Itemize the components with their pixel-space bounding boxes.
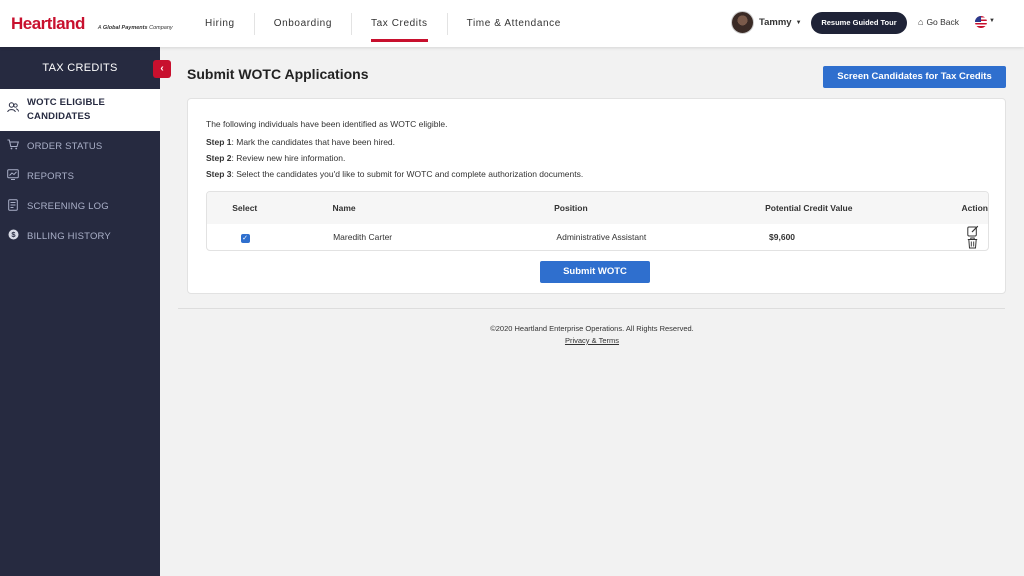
main-nav: Hiring Onboarding Tax Credits Time & Att…: [186, 0, 580, 47]
intro-text: The following individuals have been iden…: [206, 119, 448, 129]
user-menu[interactable]: Tammy ▼: [731, 11, 802, 34]
chevron-down-icon: ▼: [989, 18, 995, 24]
select-cell: ✓: [207, 232, 283, 243]
footer-copyright: ©2020 Heartland Enterprise Operations. A…: [490, 324, 694, 333]
sidebar-item-reports[interactable]: REPORTS: [0, 161, 160, 191]
sidebar-item-order-status[interactable]: ORDER STATUS: [0, 131, 160, 161]
select-checkbox[interactable]: ✓: [240, 233, 250, 243]
main-content: Submit WOTC Applications Screen Candidat…: [160, 47, 1024, 576]
table-row: ✓ Maredith Carter Administrative Assista…: [207, 224, 988, 250]
sidebar-item-screening-log[interactable]: SCREENING LOG: [0, 191, 160, 221]
document-icon: [6, 198, 20, 214]
sidebar-item-wotc-eligible-candidates[interactable]: WOTC ELIGIBLE CANDIDATES: [0, 89, 160, 131]
step-3: Step 3: Select the candidates you'd like…: [206, 169, 584, 179]
chart-icon: [6, 169, 20, 183]
column-header-select: Select: [232, 203, 258, 213]
candidate-name: Maredith Carter: [333, 232, 393, 242]
resume-guided-tour-button[interactable]: Resume Guided Tour: [811, 12, 907, 34]
brand-tagline: A Global Payments Company: [97, 25, 173, 31]
page-title: Submit WOTC Applications: [187, 66, 369, 82]
sidebar-item-label: BILLING HISTORY: [27, 230, 111, 242]
submit-wotc-button[interactable]: Submit WOTC: [540, 261, 650, 283]
brand-name: Heartland: [11, 14, 85, 33]
sidebar-title: TAX CREDITS: [0, 47, 160, 89]
us-flag-icon[interactable]: [975, 16, 987, 28]
svg-text:$: $: [11, 230, 16, 239]
footer-divider: [178, 308, 1005, 309]
heartland-logo[interactable]: Heartland A Global Payments Company: [11, 14, 173, 34]
column-header-name: Name: [332, 203, 356, 213]
nav-time-attendance[interactable]: Time & Attendance: [448, 13, 580, 35]
nav-onboarding[interactable]: Onboarding: [255, 12, 352, 35]
users-icon: [6, 102, 20, 118]
nav-tax-credits[interactable]: Tax Credits: [352, 12, 448, 42]
collapse-sidebar-button[interactable]: ‹: [153, 60, 171, 78]
sidebar-item-label: ORDER STATUS: [27, 140, 103, 152]
column-header-credit-value: Potential Credit Value: [765, 203, 853, 213]
cart-icon: [6, 139, 20, 153]
column-header-position: Position: [554, 203, 588, 213]
home-icon: ⌂: [918, 17, 924, 27]
go-back-link[interactable]: ⌂ Go Back: [918, 17, 959, 27]
nav-hiring[interactable]: Hiring: [186, 12, 255, 35]
user-name: Tammy: [759, 17, 792, 28]
sidebar-item-label: REPORTS: [27, 170, 75, 182]
avatar: [731, 11, 754, 34]
edit-icon[interactable]: [967, 225, 979, 237]
candidate-position: Administrative Assistant: [556, 232, 647, 242]
sidebar-item-label: SCREENING LOG: [27, 200, 109, 212]
action-cell: [967, 225, 988, 249]
step-1: Step 1: Mark the candidates that have be…: [206, 137, 396, 147]
privacy-terms-link[interactable]: Privacy & Terms: [160, 336, 1024, 345]
go-back-label: Go Back: [926, 17, 960, 27]
screen-candidates-button[interactable]: Screen Candidates for Tax Credits: [823, 66, 1006, 88]
candidate-credit-value: $9,600: [769, 232, 796, 242]
sidebar: TAX CREDITS ‹ WOTC ELIGIBLE CANDIDATES O…: [0, 47, 171, 576]
chevron-down-icon: ▼: [795, 19, 802, 26]
sidebar-item-billing-history[interactable]: $ BILLING HISTORY: [0, 221, 160, 251]
column-header-action: Action: [961, 203, 988, 213]
table-header: Select Name Position Potential Credit Va…: [207, 192, 988, 224]
trash-icon[interactable]: [967, 237, 979, 249]
sidebar-item-label: WOTC ELIGIBLE CANDIDATES: [27, 97, 106, 122]
top-navigation-bar: Heartland A Global Payments Company Hiri…: [0, 0, 1024, 47]
candidates-table: Select Name Position Potential Credit Va…: [206, 191, 989, 251]
step-2: Step 2: Review new hire information.: [206, 153, 346, 163]
dollar-icon: $: [6, 229, 20, 243]
wotc-card: The following individuals have been iden…: [187, 98, 1006, 294]
